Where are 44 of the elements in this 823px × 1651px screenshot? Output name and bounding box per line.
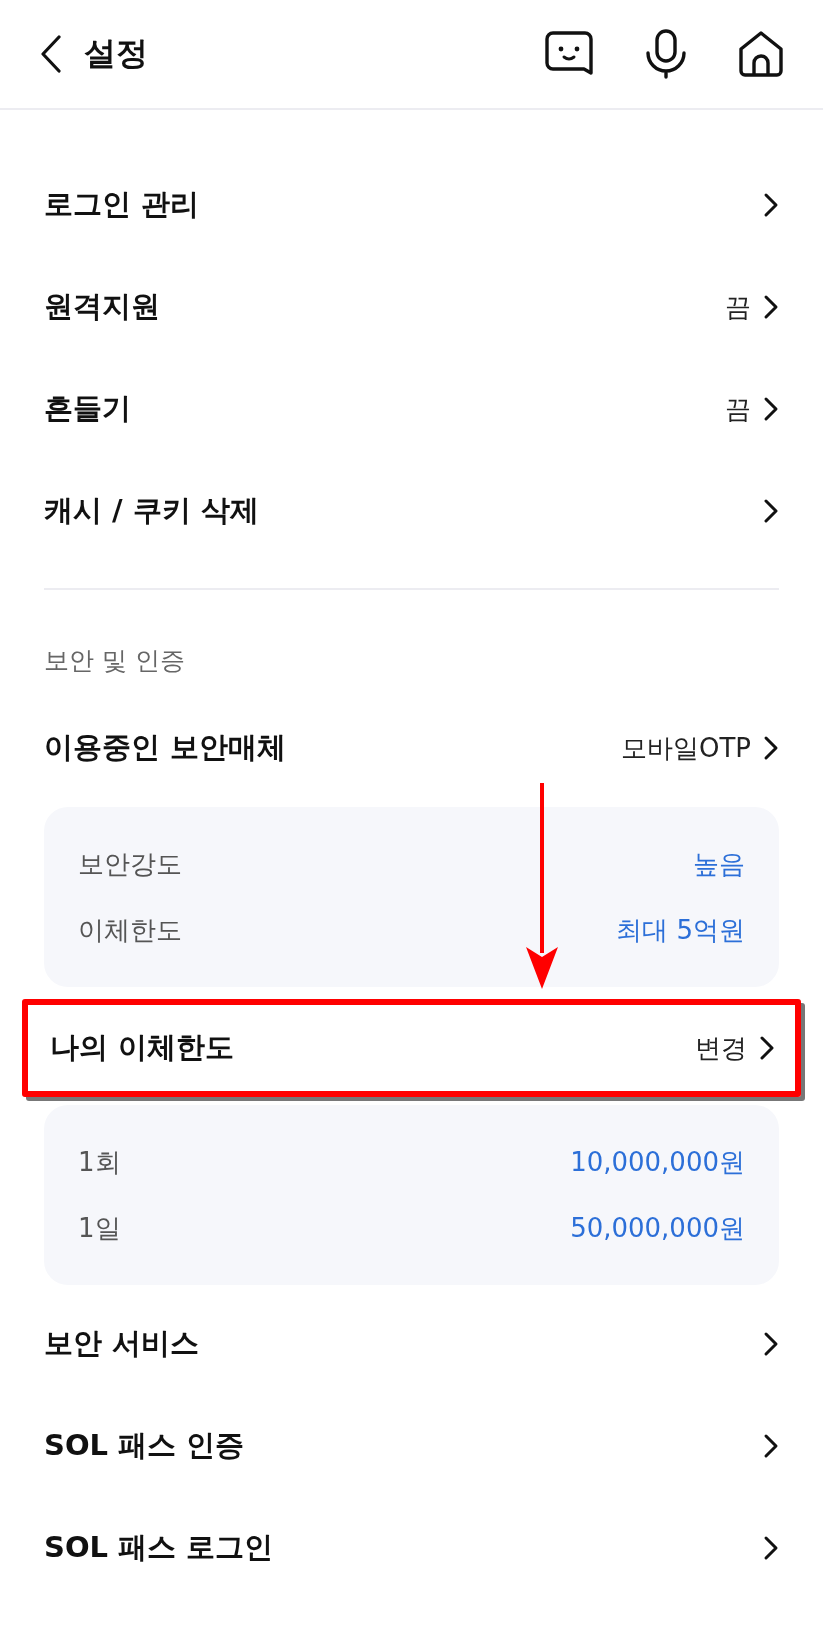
chevron-right-icon: [763, 498, 779, 524]
settings-row[interactable]: 보안 서비스: [44, 1293, 779, 1395]
row-label: SOL 패스 인증: [44, 1427, 246, 1464]
home-icon[interactable]: [739, 31, 783, 77]
info-label: 1일: [78, 1211, 121, 1245]
settings-row[interactable]: 로그인 관리: [44, 154, 779, 256]
microphone-icon[interactable]: [645, 29, 687, 79]
row-label: 나의 이체한도: [50, 1029, 236, 1066]
chevron-right-icon: [763, 294, 779, 320]
chevron-right-icon: [763, 1535, 779, 1561]
row-label: SOL 패스 로그인: [44, 1529, 275, 1566]
settings-row[interactable]: 이용중인 보안매체 모바일OTP: [44, 697, 779, 799]
chevron-right-icon: [763, 735, 779, 761]
row-label: 캐시 / 쿠키 삭제: [44, 492, 260, 529]
chevron-right-icon: [763, 1331, 779, 1357]
info-value: 최대 5억원: [616, 913, 745, 947]
chevron-right-icon: [763, 396, 779, 422]
chevron-right-icon: [763, 1433, 779, 1459]
settings-row[interactable]: 캐시 / 쿠키 삭제: [44, 460, 779, 562]
settings-row[interactable]: SOL 패스 로그인: [44, 1497, 779, 1599]
row-label: 로그인 관리: [44, 186, 201, 223]
chat-icon[interactable]: [545, 31, 593, 77]
chevron-right-icon: [759, 1035, 775, 1061]
settings-row[interactable]: 흔들기 끔: [44, 358, 779, 460]
row-value: 끔: [725, 392, 751, 426]
info-value: 10,000,000원: [570, 1145, 745, 1179]
row-label: 원격지원: [44, 288, 161, 325]
settings-row[interactable]: SOL 패스 인증: [44, 1395, 779, 1497]
info-label: 이체한도: [78, 913, 182, 947]
row-label: 보안 서비스: [44, 1325, 201, 1362]
settings-row[interactable]: 원격지원 끔: [44, 256, 779, 358]
row-label: 이용중인 보안매체: [44, 729, 288, 766]
info-label: 보안강도: [78, 847, 182, 881]
row-label: 흔들기: [44, 390, 132, 427]
page-title: 설정: [84, 33, 149, 74]
info-value: 50,000,000원: [570, 1211, 745, 1245]
section-heading: 보안 및 인증: [44, 645, 186, 677]
row-value: 변경: [695, 1031, 747, 1065]
row-value: 모바일OTP: [620, 731, 751, 765]
info-value: 높음: [693, 847, 745, 881]
row-value: 끔: [725, 290, 751, 324]
chevron-right-icon: [763, 192, 779, 218]
back-icon[interactable]: [40, 35, 62, 73]
info-label: 1회: [78, 1145, 121, 1179]
